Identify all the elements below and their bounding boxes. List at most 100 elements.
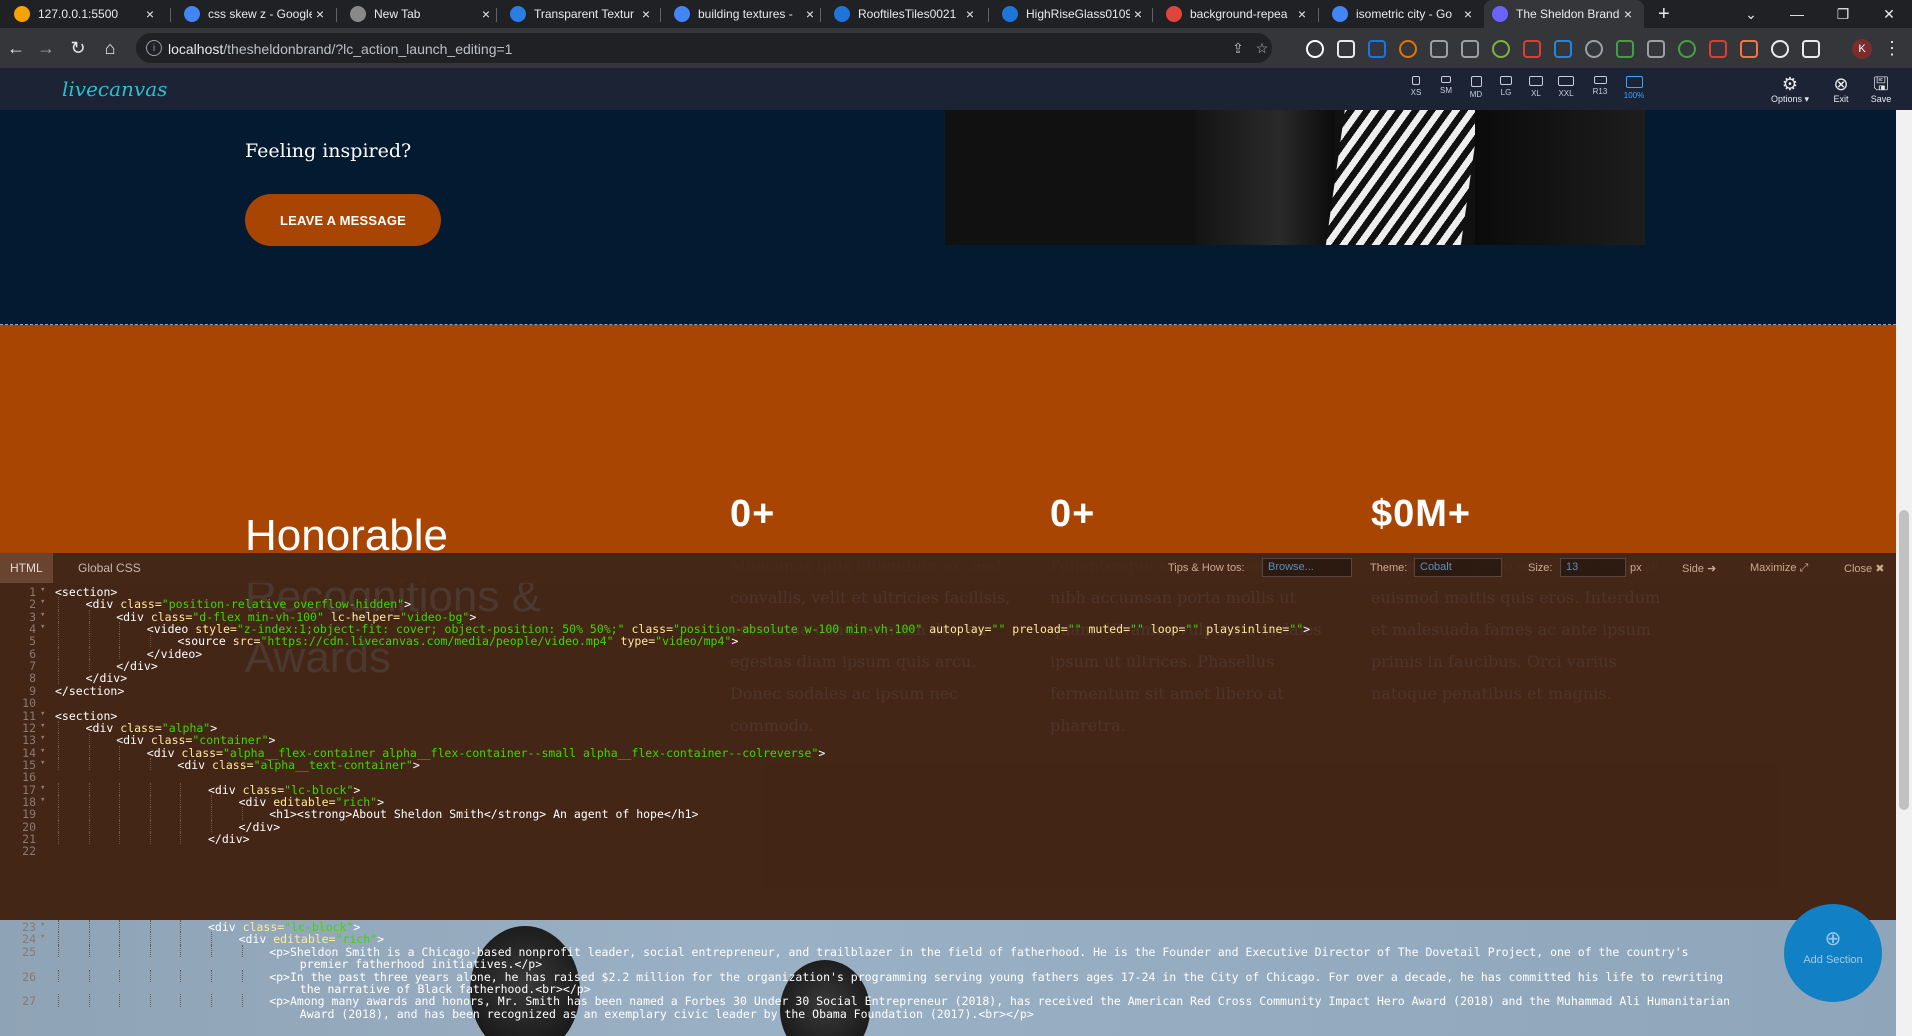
extension-img-icon[interactable] — [1585, 40, 1603, 58]
code-line[interactable]: </div> — [208, 832, 250, 846]
extension-link-icon[interactable] — [1616, 40, 1634, 58]
viewport-md-button[interactable]: MD — [1462, 76, 1490, 106]
extension-cloud-icon[interactable] — [1337, 40, 1355, 58]
tab-search-icon[interactable]: ⌄ — [1728, 0, 1774, 28]
extension-shield-icon[interactable] — [1368, 40, 1386, 58]
restore-icon[interactable]: ❐ — [1820, 0, 1866, 28]
extension-pause-icon[interactable] — [1678, 40, 1696, 58]
minimize-icon[interactable]: — — [1774, 0, 1820, 28]
indent-guide — [58, 994, 59, 1007]
side-button[interactable]: Side ➜ — [1682, 562, 1716, 575]
tips-select[interactable]: Browse... — [1262, 558, 1352, 577]
viewport-xl-button[interactable]: XL — [1522, 76, 1550, 106]
browser-tab[interactable]: isometric city - Go × — [1324, 0, 1484, 28]
code-line[interactable]: <source src="https://cdn.livecanvas.com/… — [177, 634, 738, 648]
new-tab-button[interactable]: + — [1650, 0, 1680, 28]
fold-arrow-icon[interactable]: ▾ — [40, 709, 45, 719]
browser-tab[interactable]: RooftilesTiles0021 × — [826, 0, 986, 28]
tab-close-icon[interactable]: × — [142, 6, 158, 22]
address-bar[interactable]: i localhost/thesheldonbrand/?lc_action_l… — [136, 33, 1272, 63]
extension-pencil-icon[interactable] — [1461, 40, 1479, 58]
fold-arrow-icon[interactable]: ▾ — [40, 746, 45, 756]
extensions-puzzle-icon[interactable] — [1771, 40, 1789, 58]
close-editor-button[interactable]: Close ✖ — [1844, 562, 1884, 575]
tab-close-icon[interactable]: × — [1460, 6, 1476, 22]
tab-close-icon[interactable]: × — [478, 6, 494, 22]
fold-arrow-icon[interactable]: ▾ — [40, 932, 45, 942]
tab-title: isometric city - Go — [1356, 7, 1453, 21]
browser-tab[interactable]: Transparent Textur × — [502, 0, 662, 28]
code-line[interactable]: </section> — [55, 684, 124, 698]
code-line[interactable]: <h1><strong>About Sheldon Smith</strong>… — [269, 807, 698, 821]
save-icon: 🖫 — [1873, 74, 1889, 94]
home-icon[interactable]: ⌂ — [98, 36, 122, 60]
code-line-wrap[interactable]: Award (2018), and has been recognized as… — [300, 1007, 1034, 1021]
viewport-sm-button[interactable]: SM — [1432, 76, 1460, 106]
fold-arrow-icon[interactable]: ▾ — [40, 597, 45, 607]
tab-close-icon[interactable]: × — [802, 6, 818, 22]
site-info-icon[interactable]: i — [146, 40, 162, 56]
browser-tab[interactable]: 127.0.0.1:5500 × — [6, 0, 166, 28]
size-input[interactable]: 13 — [1560, 558, 1626, 577]
browser-tab[interactable]: New Tab × — [342, 0, 502, 28]
url-text[interactable]: localhost/thesheldonbrand/?lc_action_lau… — [168, 41, 512, 57]
extension-avatar-icon[interactable] — [1399, 40, 1417, 58]
reload-icon[interactable]: ↻ — [66, 36, 90, 60]
maximize-button[interactable]: Maximize ⤢ — [1750, 562, 1808, 575]
tab-close-icon[interactable]: × — [312, 6, 328, 22]
tab-close-icon[interactable]: × — [1130, 6, 1146, 22]
extension-fire-icon[interactable] — [1523, 40, 1541, 58]
browser-tab[interactable]: building textures - × — [666, 0, 826, 28]
save-button[interactable]: 🖫 Save — [1866, 74, 1896, 104]
tab-close-icon[interactable]: × — [962, 6, 978, 22]
tab-close-icon[interactable]: × — [638, 6, 654, 22]
fold-arrow-icon[interactable]: ▾ — [40, 585, 45, 595]
extension-tree-icon[interactable] — [1492, 40, 1510, 58]
fold-arrow-icon[interactable]: ▾ — [40, 758, 45, 768]
browser-toolbar: ← → ↻ ⌂ i localhost/thesheldonbrand/?lc_… — [0, 28, 1912, 68]
page-scrollbar[interactable] — [1896, 110, 1912, 1036]
window-close-icon[interactable]: ✕ — [1866, 0, 1912, 28]
browser-tab[interactable]: css skew z - Google × — [176, 0, 336, 28]
viewport-xxl-button[interactable]: XXL — [1552, 76, 1580, 106]
viewport-r13-button[interactable]: R13 — [1586, 76, 1614, 106]
add-section-button[interactable]: ⊕ Add Section — [1784, 904, 1882, 1002]
browser-tab[interactable]: The Sheldon Brand × — [1484, 0, 1644, 28]
extension-w-icon[interactable] — [1430, 40, 1448, 58]
profile-avatar[interactable]: K — [1852, 39, 1872, 59]
viewport-100pct-button[interactable]: 100% — [1620, 76, 1648, 106]
leave-message-button[interactable]: LEAVE A MESSAGE — [245, 194, 441, 246]
back-icon[interactable]: ← — [4, 36, 28, 60]
extension-check-icon[interactable] — [1554, 40, 1572, 58]
tab-close-icon[interactable]: × — [1294, 6, 1310, 22]
options-button[interactable]: ⚙ Options ▾ — [1766, 74, 1814, 105]
extension-dots-icon[interactable] — [1709, 40, 1727, 58]
theme-select[interactable]: Cobalt — [1414, 558, 1502, 577]
sidebar-icon[interactable] — [1802, 40, 1820, 58]
extension-1password-icon[interactable] — [1306, 40, 1324, 58]
tab-global-css[interactable]: Global CSS — [68, 553, 151, 583]
extension-drop-icon[interactable] — [1740, 40, 1758, 58]
tt-icon — [510, 6, 526, 22]
fold-arrow-icon[interactable]: ▾ — [40, 733, 45, 743]
share-icon[interactable]: ⇪ — [1230, 40, 1246, 56]
browser-tab[interactable]: background-repea × — [1158, 0, 1318, 28]
fold-arrow-icon[interactable]: ▾ — [40, 920, 45, 930]
fold-arrow-icon[interactable]: ▾ — [40, 783, 45, 793]
browser-tab[interactable]: HighRiseGlass0109 × — [994, 0, 1154, 28]
fold-arrow-icon[interactable]: ▾ — [40, 622, 45, 632]
tab-close-icon[interactable]: × — [1620, 6, 1636, 22]
code-line[interactable]: <div class="alpha__text-container"> — [177, 758, 419, 772]
viewport-xs-button[interactable]: XS — [1402, 76, 1430, 106]
bookmark-star-icon[interactable]: ☆ — [1254, 40, 1270, 56]
fold-arrow-icon[interactable]: ▾ — [40, 610, 45, 620]
fold-arrow-icon[interactable]: ▾ — [40, 721, 45, 731]
tab-html[interactable]: HTML — [0, 553, 53, 583]
fold-arrow-icon[interactable]: ▾ — [40, 795, 45, 805]
scrollbar-thumb[interactable] — [1899, 510, 1909, 810]
extension-clock-icon[interactable] — [1647, 40, 1665, 58]
forward-icon[interactable]: → — [34, 36, 58, 60]
viewport-lg-button[interactable]: LG — [1492, 76, 1520, 106]
exit-button[interactable]: ⊗ Exit — [1826, 74, 1856, 104]
browser-menu-icon[interactable]: ⋮ — [1880, 36, 1904, 60]
